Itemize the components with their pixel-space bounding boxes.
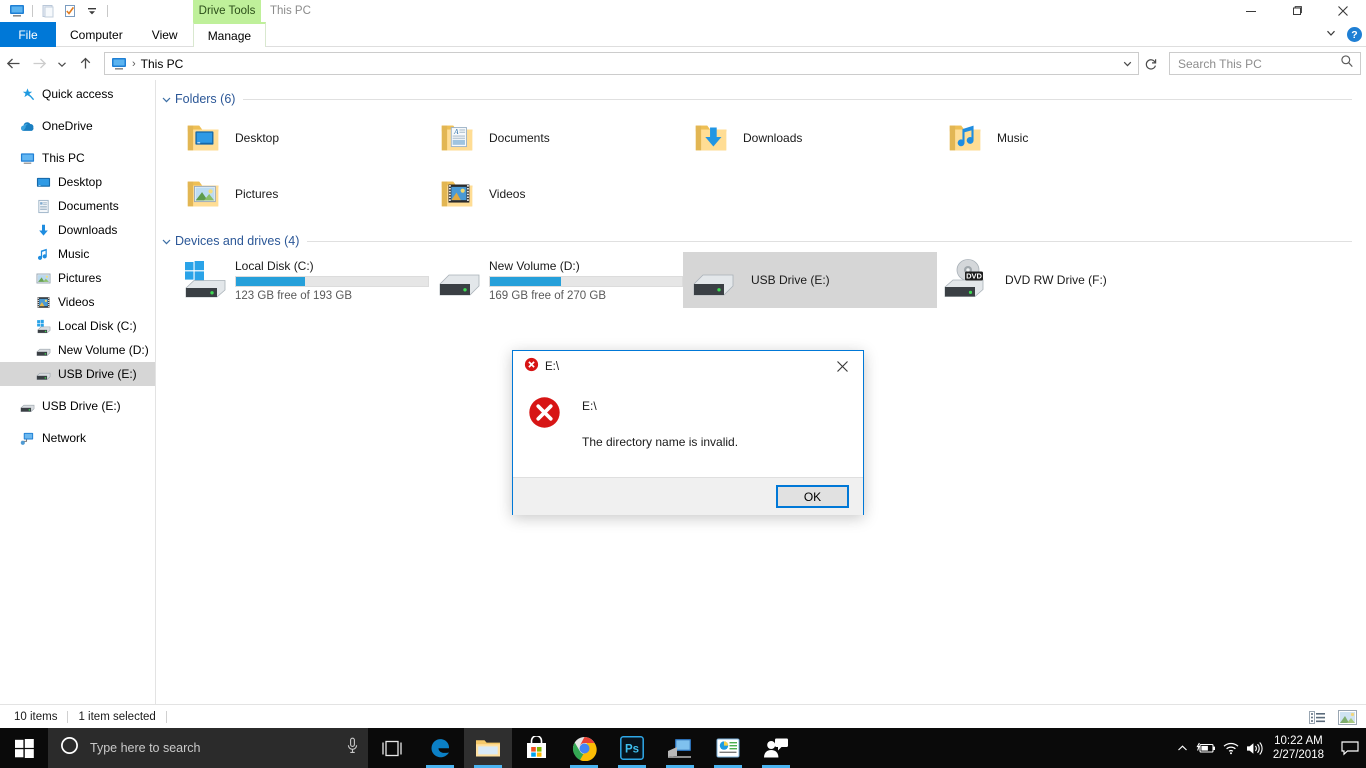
svg-text:Ps: Ps — [625, 744, 639, 756]
microphone-icon[interactable] — [345, 737, 360, 759]
taskbar: Type here to search Ps 10:22 AM 2/27/201… — [0, 728, 1366, 768]
windows-desktop: Drive Tools This PC File Computer View M… — [0, 0, 1366, 768]
task-view-icon[interactable] — [368, 728, 416, 768]
error-dialog[interactable]: E:\ E:\ The directory name is invalid. O… — [512, 350, 864, 515]
chrome-icon[interactable] — [560, 728, 608, 768]
teams-people-icon[interactable] — [752, 728, 800, 768]
action-center-icon[interactable] — [1334, 728, 1366, 768]
chevron-up-icon[interactable] — [1171, 728, 1195, 768]
battery-charging-icon[interactable] — [1195, 728, 1219, 768]
dialog-footer: OK — [513, 477, 863, 515]
windows-start-icon[interactable] — [0, 728, 48, 768]
dialog-close-button[interactable] — [821, 351, 863, 382]
dialog-message: The directory name is invalid. — [582, 435, 739, 449]
error-icon — [528, 394, 574, 477]
clock-time: 10:22 AM — [1274, 735, 1323, 747]
taskbar-search-box[interactable]: Type here to search — [48, 728, 368, 768]
error-icon-small — [524, 357, 539, 377]
file-explorer-icon[interactable] — [464, 728, 512, 768]
ok-button[interactable]: OK — [776, 485, 849, 508]
cortana-circle-icon[interactable] — [60, 736, 79, 760]
dialog-overlay: E:\ E:\ The directory name is invalid. O… — [0, 0, 1366, 768]
dialog-messages: E:\ The directory name is invalid. — [574, 394, 738, 477]
system-tray: 10:22 AM 2/27/2018 — [1171, 728, 1366, 768]
dialog-title: E:\ — [545, 360, 560, 373]
powerpoint-icon[interactable] — [704, 728, 752, 768]
taskbar-search-placeholder: Type here to search — [90, 741, 201, 755]
microsoft-store-icon[interactable] — [512, 728, 560, 768]
remote-desktop-icon[interactable] — [656, 728, 704, 768]
edge-icon[interactable] — [416, 728, 464, 768]
photoshop-icon[interactable]: Ps — [608, 728, 656, 768]
dialog-heading: E:\ — [582, 399, 597, 413]
speaker-icon[interactable] — [1243, 728, 1267, 768]
dialog-titlebar[interactable]: E:\ — [513, 351, 863, 382]
dialog-body: E:\ The directory name is invalid. — [513, 382, 863, 477]
clock[interactable]: 10:22 AM 2/27/2018 — [1267, 728, 1334, 768]
wifi-icon[interactable] — [1219, 728, 1243, 768]
clock-date: 2/27/2018 — [1272, 749, 1324, 761]
